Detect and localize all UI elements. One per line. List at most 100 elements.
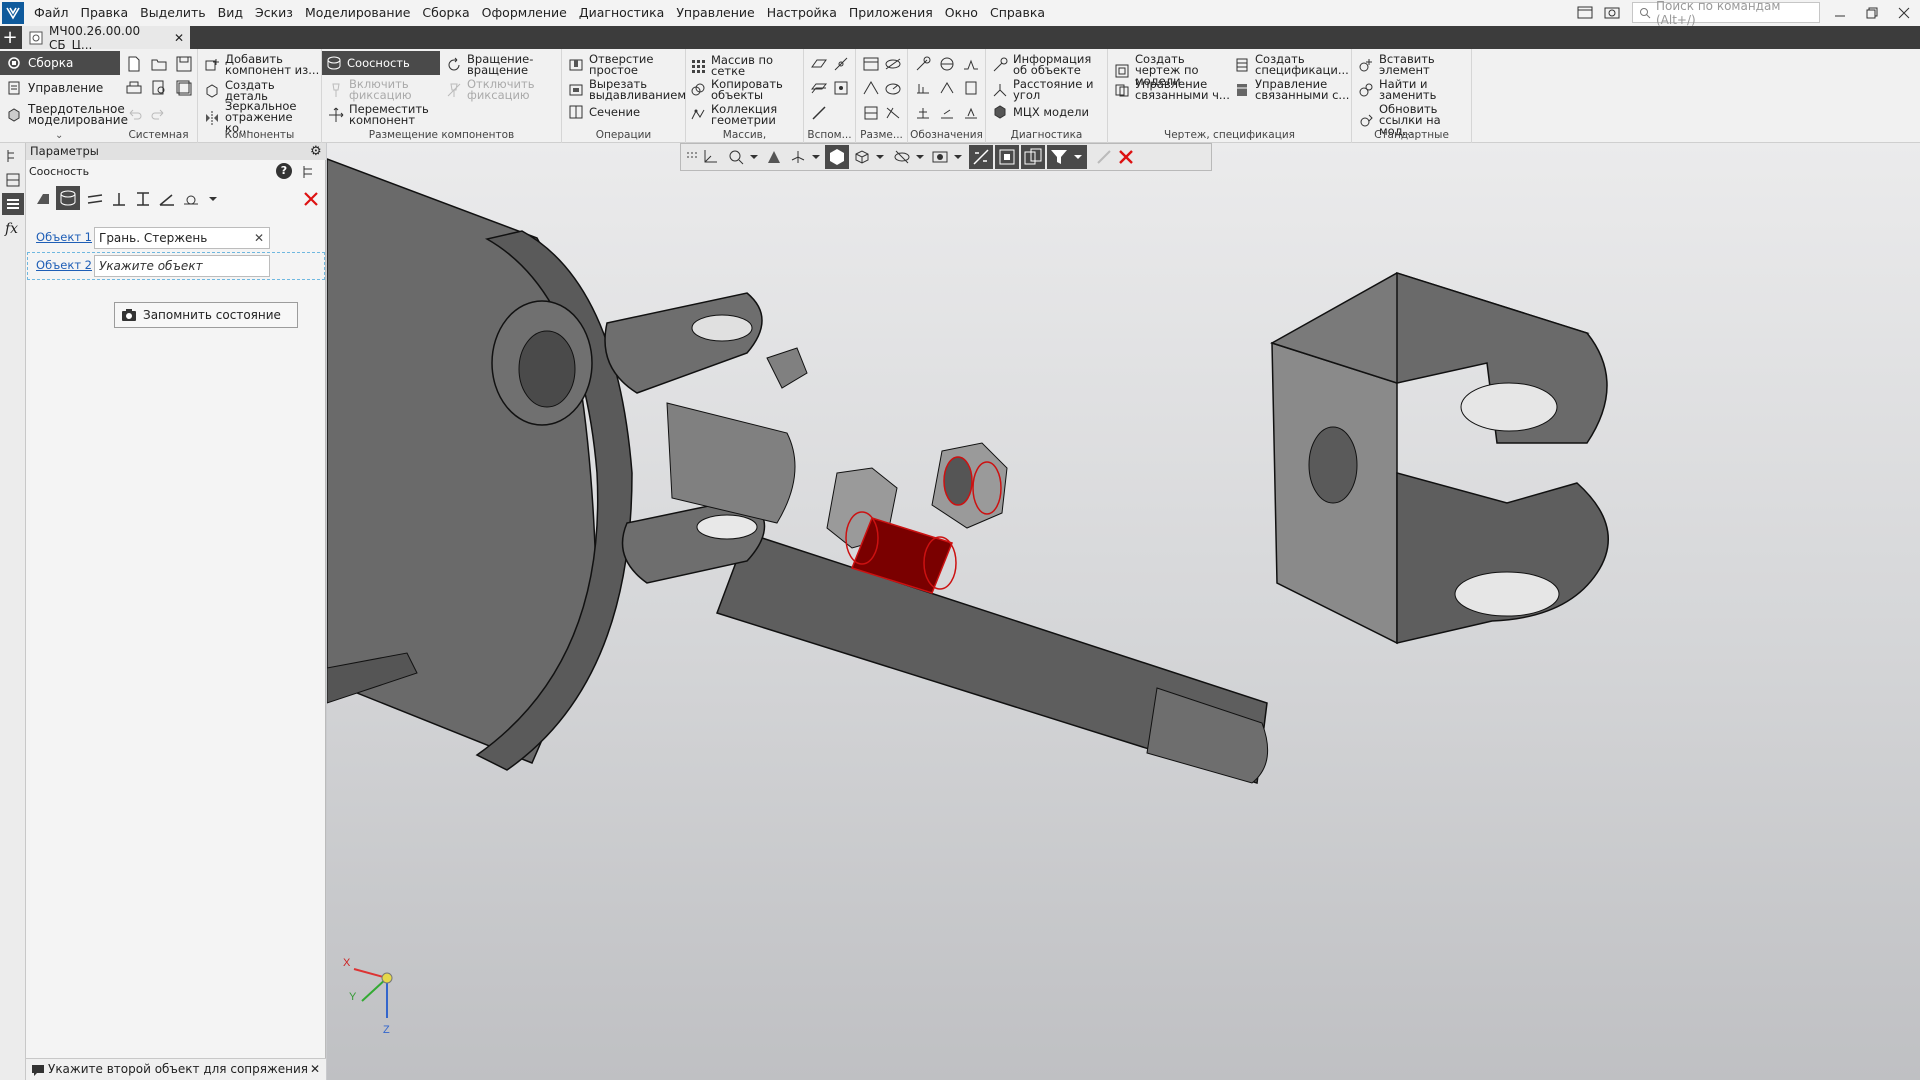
tree-icon[interactable] <box>4 147 22 165</box>
rotate-dropdown-icon[interactable] <box>807 148 825 166</box>
menu-file[interactable]: Файл <box>28 0 75 26</box>
angle-dim-icon[interactable] <box>862 79 880 97</box>
parallel-icon[interactable] <box>86 190 104 208</box>
orientation-icon[interactable] <box>701 148 719 166</box>
aux-point-icon[interactable] <box>832 79 850 97</box>
zoom-icon[interactable] <box>727 148 745 166</box>
preview-icon[interactable] <box>150 79 168 97</box>
shaded-mode-button[interactable] <box>825 145 849 169</box>
close-window-button[interactable] <box>1888 0 1920 26</box>
weld-icon[interactable] <box>914 104 932 122</box>
diameter-dim-icon[interactable] <box>884 55 902 73</box>
view-cube-icon[interactable] <box>853 148 871 166</box>
perpendicular-icon[interactable] <box>110 190 128 208</box>
object1-field[interactable]: Грань. Стержень ✕ <box>94 227 270 249</box>
position-icon[interactable] <box>962 79 980 97</box>
grid-array-button[interactable]: Массив по сетке <box>690 54 802 77</box>
model-viewport[interactable]: X Y Z <box>327 143 1920 1080</box>
clear-object1-icon[interactable]: ✕ <box>254 228 264 248</box>
minimize-button[interactable] <box>1824 0 1856 26</box>
save-icon[interactable] <box>175 55 193 73</box>
angle-constraint-icon[interactable] <box>158 190 176 208</box>
section-button[interactable]: Сечение <box>568 104 640 120</box>
add-component-button[interactable]: Добавить компонент из... <box>204 53 320 76</box>
screenshot-icon[interactable] <box>1603 4 1621 22</box>
restore-button[interactable] <box>1856 0 1888 26</box>
height-dim-icon[interactable] <box>884 104 902 122</box>
close-tab-icon[interactable]: ✕ <box>174 31 184 45</box>
hide-icon[interactable] <box>893 148 911 166</box>
menu-edit[interactable]: Правка <box>75 0 135 26</box>
flange-hole[interactable] <box>518 330 576 408</box>
thread-icon[interactable] <box>938 55 956 73</box>
undo-icon[interactable] <box>125 104 143 122</box>
mode-assembly[interactable]: Сборка <box>0 51 120 75</box>
insert-element-button[interactable]: Вставить элемент <box>1358 53 1470 76</box>
clevis-lower-arm[interactable] <box>1396 472 1609 644</box>
upper-ear-hole[interactable] <box>691 314 753 342</box>
text-note-icon[interactable] <box>962 104 980 122</box>
enable-fix-button[interactable]: Включить фиксацию <box>328 78 438 101</box>
coaxial-type-button[interactable] <box>56 186 80 210</box>
app-logo-icon[interactable] <box>2 2 24 24</box>
coincidence-icon[interactable] <box>34 190 52 208</box>
parameters-tab[interactable] <box>2 193 24 215</box>
nut-hole-edge[interactable] <box>943 456 973 506</box>
menu-design[interactable]: Оформление <box>476 0 573 26</box>
small-nut[interactable] <box>766 347 808 389</box>
coaxial-button[interactable]: Соосность <box>322 51 440 75</box>
select-components-toggle[interactable] <box>1021 145 1045 169</box>
confirm-icon[interactable] <box>1095 148 1113 166</box>
expand-modes-icon[interactable]: ⌄ <box>55 130 63 141</box>
remember-state-button[interactable]: Запомнить состояние <box>114 302 298 328</box>
pan-icon[interactable] <box>765 148 783 166</box>
help-icon[interactable]: ? <box>276 163 292 179</box>
save-all-icon[interactable] <box>175 79 193 97</box>
move-component-button[interactable]: Переместить компонент <box>328 103 438 126</box>
object2-field[interactable]: Укажите объект <box>94 255 270 277</box>
layout-icon[interactable] <box>1576 4 1594 22</box>
new-tab-button[interactable]: + <box>0 26 20 49</box>
display-dropdown-icon[interactable] <box>949 148 967 166</box>
dropdown-arrow-icon[interactable] <box>204 190 222 208</box>
print-icon[interactable] <box>125 79 143 97</box>
view-dropdown-icon[interactable] <box>871 148 889 166</box>
manage-linked-drawings-button[interactable]: Управление связанными ч... <box>1114 78 1230 101</box>
create-spec-button[interactable]: Создать спецификаци... <box>1234 53 1350 76</box>
menu-modeling[interactable]: Моделирование <box>299 0 416 26</box>
menu-view[interactable]: Вид <box>212 0 249 26</box>
aux-plane2-icon[interactable] <box>810 79 828 97</box>
base-icon[interactable] <box>914 79 932 97</box>
clevis-side-hole[interactable] <box>1308 426 1358 504</box>
middle-block[interactable] <box>666 402 796 524</box>
object1-link[interactable]: Объект 1 <box>28 230 92 244</box>
redo-icon[interactable] <box>150 104 168 122</box>
command-search[interactable]: Поиск по командам (Alt+/) <box>1632 0 1820 27</box>
cancel-icon[interactable] <box>1117 148 1135 166</box>
panel-tree-icon[interactable] <box>300 163 318 181</box>
menu-sketch[interactable]: Эскиз <box>249 0 299 26</box>
object2-link[interactable]: Объект 2 <box>28 258 92 272</box>
manage-linked-specs-button[interactable]: Управление связанными с... <box>1234 78 1350 101</box>
copy-objects-button[interactable]: Копировать объекты <box>690 78 802 101</box>
aux-line-icon[interactable] <box>810 104 828 122</box>
linear-dim-icon[interactable] <box>862 55 880 73</box>
hide-dropdown-icon[interactable] <box>911 148 929 166</box>
filter-button[interactable] <box>1047 145 1087 169</box>
mark-icon[interactable] <box>938 104 956 122</box>
menu-diagnostics[interactable]: Диагностика <box>573 0 670 26</box>
rotate-view-icon[interactable] <box>789 148 807 166</box>
select-filter-toggle[interactable] <box>995 145 1019 169</box>
menu-settings[interactable]: Настройка <box>761 0 843 26</box>
mass-props-button[interactable]: МЦХ модели <box>992 104 1089 120</box>
open-folder-icon[interactable] <box>150 55 168 73</box>
distance-angle-button[interactable]: Расстояние и угол <box>992 78 1106 101</box>
aux-plane-icon[interactable] <box>810 55 828 73</box>
mode-solid-modeling[interactable]: Твердотельное моделирование <box>0 101 128 129</box>
display-icon[interactable] <box>931 148 949 166</box>
clevis-upper-hole[interactable] <box>1460 382 1558 432</box>
simple-hole-button[interactable]: Отверстие простое <box>568 53 684 76</box>
rotate-button[interactable]: Вращение-вращение <box>446 53 558 76</box>
zoom-dropdown-icon[interactable] <box>745 148 763 166</box>
search-input[interactable]: Поиск по командам (Alt+/) <box>1656 0 1819 27</box>
